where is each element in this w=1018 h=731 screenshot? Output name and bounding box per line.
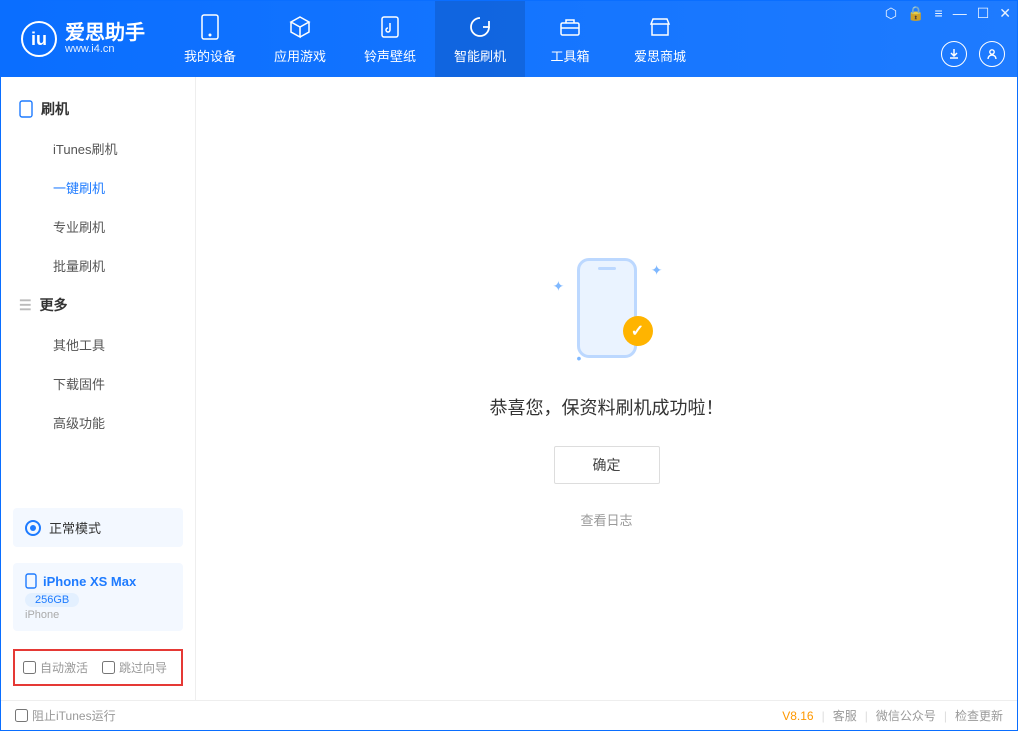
checkbox-auto-activate[interactable]: 自动激活 (23, 659, 88, 676)
checkbox-block-itunes[interactable]: 阻止iTunes运行 (15, 707, 116, 724)
cube-icon (287, 14, 313, 40)
tab-my-device[interactable]: 我的设备 (165, 1, 255, 77)
nav-item-other-tools[interactable]: 其他工具 (1, 325, 195, 364)
device-storage: 256GB (25, 593, 79, 607)
status-bar: 阻止iTunes运行 V8.16 | 客服 | 微信公众号 | 检查更新 (1, 700, 1017, 730)
toolbox-icon (557, 14, 583, 40)
music-file-icon (377, 14, 403, 40)
user-button[interactable] (979, 41, 1005, 67)
link-wechat[interactable]: 微信公众号 (876, 707, 936, 724)
sidebar: 刷机 iTunes刷机 一键刷机 专业刷机 批量刷机 ☰ 更多 其他工具 下载固… (1, 77, 196, 700)
brand-subtitle: www.i4.cn (65, 43, 145, 55)
flash-options-highlight: 自动激活 跳过向导 (13, 649, 183, 686)
tab-ringtones[interactable]: 铃声壁纸 (345, 1, 435, 77)
version-label: V8.16 (782, 709, 813, 723)
nav-item-itunes-flash[interactable]: iTunes刷机 (1, 129, 195, 168)
checkbox-label: 阻止iTunes运行 (32, 707, 116, 724)
success-illustration: ✦ ✦ • ✓ (547, 248, 667, 368)
device-name: iPhone XS Max (43, 574, 136, 589)
phone-graphic-icon (577, 258, 637, 358)
nav-item-pro-flash[interactable]: 专业刷机 (1, 207, 195, 246)
device-icon (25, 573, 37, 589)
store-icon (647, 14, 673, 40)
tab-label: 爱思商城 (634, 46, 686, 65)
checkbox-input[interactable] (102, 661, 115, 674)
titlebar: iu 爱思助手 www.i4.cn 我的设备 应用游戏 (1, 1, 1017, 77)
nav-item-advanced[interactable]: 高级功能 (1, 403, 195, 442)
main-panel: ✦ ✦ • ✓ 恭喜您，保资料刷机成功啦！ 确定 查看日志 (196, 77, 1017, 700)
list-icon: ☰ (19, 297, 32, 314)
success-message: 恭喜您，保资料刷机成功啦！ (490, 394, 724, 420)
sidebar-nav: 刷机 iTunes刷机 一键刷机 专业刷机 批量刷机 ☰ 更多 其他工具 下载固… (1, 77, 195, 442)
mode-label: 正常模式 (49, 518, 101, 537)
tab-smart-flash[interactable]: 智能刷机 (435, 1, 525, 77)
checkmark-badge-icon: ✓ (623, 316, 653, 346)
nav-item-oneclick-flash[interactable]: 一键刷机 (1, 168, 195, 207)
tab-apps-games[interactable]: 应用游戏 (255, 1, 345, 77)
link-support[interactable]: 客服 (833, 707, 857, 724)
nav-group-title: 刷机 (41, 99, 69, 119)
refresh-shield-icon (467, 14, 493, 40)
sparkle-icon: ✦ (651, 262, 663, 279)
maximize-button[interactable]: ☐ (977, 5, 990, 22)
brand-title: 爱思助手 (65, 23, 145, 43)
tab-label: 我的设备 (184, 46, 236, 65)
tab-label: 工具箱 (550, 46, 589, 65)
brand: iu 爱思助手 www.i4.cn (1, 21, 165, 57)
nav-group-flash: 刷机 (1, 89, 195, 129)
checkbox-label: 自动激活 (40, 659, 88, 676)
nav-item-batch-flash[interactable]: 批量刷机 (1, 246, 195, 285)
tab-label: 铃声壁纸 (364, 46, 416, 65)
mode-indicator-icon (25, 520, 41, 536)
tab-label: 应用游戏 (274, 46, 326, 65)
checkbox-input[interactable] (15, 709, 28, 722)
close-button[interactable]: ✕ (999, 5, 1011, 22)
minimize-button[interactable]: — (953, 5, 967, 22)
checkbox-label: 跳过向导 (119, 659, 167, 676)
tshirt-icon[interactable]: ⬡ (885, 5, 897, 22)
brand-logo-icon: iu (21, 21, 57, 57)
app-window: iu 爱思助手 www.i4.cn 我的设备 应用游戏 (0, 0, 1018, 731)
download-button[interactable] (941, 41, 967, 67)
nav-group-title: 更多 (40, 295, 68, 315)
tab-toolbox[interactable]: 工具箱 (525, 1, 615, 77)
menu-icon[interactable]: ≡ (935, 5, 943, 22)
nav-item-download-fw[interactable]: 下载固件 (1, 364, 195, 403)
phone-icon (197, 14, 223, 40)
lock-icon[interactable]: 🔒 (907, 5, 924, 22)
tab-store[interactable]: 爱思商城 (615, 1, 705, 77)
mode-card[interactable]: 正常模式 (13, 508, 183, 547)
body: 刷机 iTunes刷机 一键刷机 专业刷机 批量刷机 ☰ 更多 其他工具 下载固… (1, 77, 1017, 700)
tab-label: 智能刷机 (454, 46, 506, 65)
window-controls: ⬡ 🔒 ≡ — ☐ ✕ (885, 5, 1011, 22)
nav-group-more: ☰ 更多 (1, 285, 195, 325)
link-check-update[interactable]: 检查更新 (955, 707, 1003, 724)
confirm-button[interactable]: 确定 (554, 446, 660, 484)
phone-outline-icon (19, 100, 33, 118)
device-type: iPhone (25, 609, 171, 621)
top-tabs: 我的设备 应用游戏 铃声壁纸 智能刷机 (165, 1, 705, 77)
sparkle-icon: ✦ (553, 278, 565, 295)
checkbox-input[interactable] (23, 661, 36, 674)
checkbox-skip-guide[interactable]: 跳过向导 (102, 659, 167, 676)
header-actions (941, 41, 1005, 67)
device-card[interactable]: iPhone XS Max 256GB iPhone (13, 563, 183, 631)
view-log-link[interactable]: 查看日志 (580, 510, 632, 529)
